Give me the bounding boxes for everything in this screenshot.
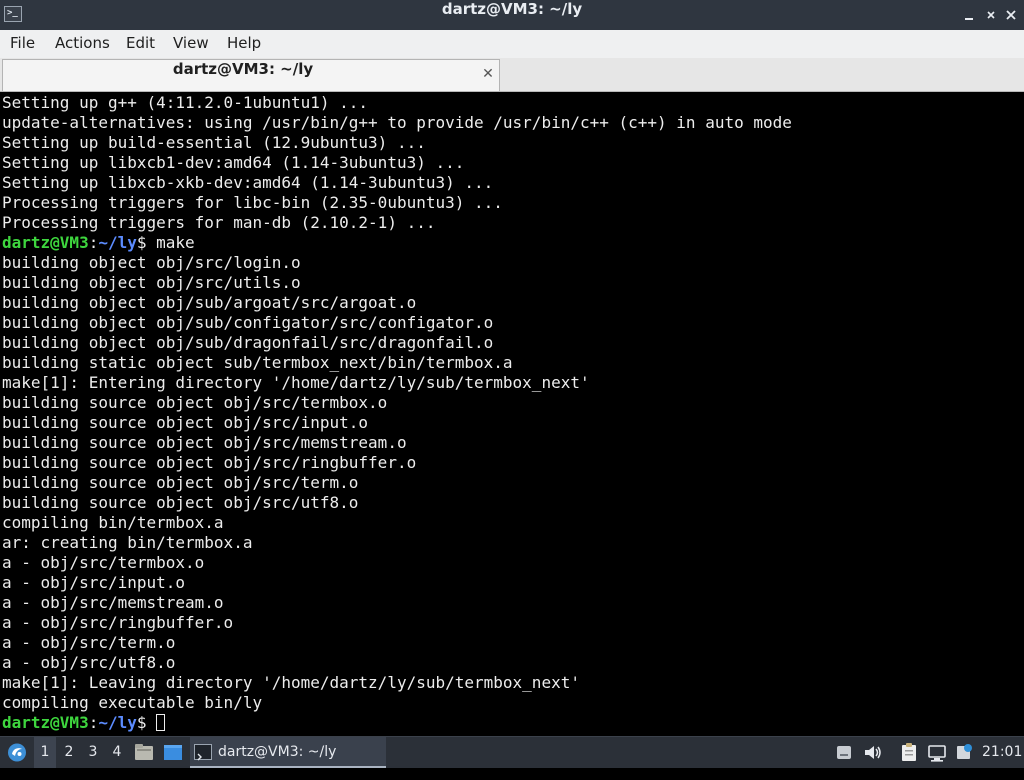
terminal-line: a - obj/src/memstream.o [2, 593, 224, 612]
terminal-line: building source object obj/src/input.o [2, 413, 369, 432]
tab-bar: dartz@VM3: ~/ly ✕ [0, 58, 1024, 92]
window-titlebar[interactable]: >_ dartz@VM3: ~/ly [0, 0, 1024, 30]
terminal-line: a - obj/src/utf8.o [2, 653, 176, 672]
prompt-user: dartz@VM3 [2, 713, 89, 732]
terminal-line: ar: creating bin/termbox.a [2, 533, 253, 552]
terminal-line: update-alternatives: using /usr/bin/g++ … [2, 113, 792, 132]
terminal-line: building source object obj/src/memstream… [2, 433, 407, 452]
terminal-cursor [156, 714, 166, 731]
maximize-icon[interactable] [982, 6, 1000, 24]
close-icon[interactable] [1002, 6, 1020, 24]
terminal-prompt-line: dartz@VM3:~/ly$ [2, 713, 1012, 733]
terminal-line: building static object sub/termbox_next/… [2, 353, 513, 372]
menu-actions[interactable]: Actions [55, 30, 110, 56]
terminal-line: Processing triggers for libc-bin (2.35-0… [2, 193, 503, 212]
menu-edit[interactable]: Edit [126, 30, 155, 56]
terminal-line: building object obj/sub/configator/src/c… [2, 313, 494, 332]
terminal-line: make[1]: Entering directory '/home/dartz… [2, 373, 590, 392]
tab-label: dartz@VM3: ~/ly [172, 60, 314, 78]
command-text [147, 713, 157, 732]
workspace-1[interactable]: 1 [34, 737, 56, 768]
terminal-line: make[1]: Leaving directory '/home/dartz/… [2, 673, 580, 692]
task-label: dartz@VM3: ~/ly [218, 744, 337, 760]
terminal-line: Setting up libxcb1-dev:amd64 (1.14-3ubun… [2, 153, 465, 172]
volume-icon[interactable] [862, 737, 884, 768]
terminal-line: building source object obj/src/termbox.o [2, 393, 388, 412]
prompt-symbol: $ [136, 233, 147, 252]
terminal-icon [194, 744, 212, 761]
terminal-line: building object obj/sub/argoat/src/argoa… [2, 293, 417, 312]
terminal-line: building source object obj/src/term.o [2, 473, 359, 492]
menu-help[interactable]: Help [227, 30, 261, 56]
terminal-line: building object obj/sub/dragonfail/src/d… [2, 333, 494, 352]
workspace-4[interactable]: 4 [106, 737, 128, 768]
taskbar: 1 2 3 4 dartz@VM3: ~/ly 21:01 [0, 736, 1024, 768]
prompt-path: ~/ly [98, 713, 137, 732]
clipboard-icon[interactable] [898, 737, 920, 768]
drive-icon[interactable] [834, 737, 854, 768]
terminal-output: Setting up g++ (4:11.2.0-1ubuntu1) ... up… [2, 93, 1012, 733]
prompt-separator: : [88, 233, 99, 252]
terminal-line: compiling executable bin/ly [2, 693, 263, 712]
terminal-line: Setting up build-essential (12.9ubuntu3)… [2, 133, 426, 152]
workspace-2[interactable]: 2 [58, 737, 80, 768]
terminal-line: Processing triggers for man-db (2.10.2-1… [2, 213, 436, 232]
terminal-line: building source object obj/src/utf8.o [2, 493, 359, 512]
terminal-line: building object obj/src/login.o [2, 253, 301, 272]
update-icon[interactable] [954, 737, 974, 768]
terminal-line: Setting up g++ (4:11.2.0-1ubuntu1) ... [2, 93, 369, 112]
clock[interactable]: 21:01 [982, 737, 1022, 768]
terminal-line: compiling bin/termbox.a [2, 513, 224, 532]
window-title: dartz@VM3: ~/ly [441, 0, 583, 18]
terminal-line: a - obj/src/termbox.o [2, 553, 205, 572]
file-manager-icon[interactable] [134, 737, 154, 768]
show-desktop-icon[interactable] [162, 737, 184, 768]
taskbar-task-terminal[interactable]: dartz@VM3: ~/ly [190, 737, 386, 768]
menu-view[interactable]: View [173, 30, 209, 56]
terminal-prompt-line: dartz@VM3:~/ly$ make [2, 233, 1012, 253]
menubar: File Actions Edit View Help [0, 30, 1024, 58]
terminal-view[interactable]: Setting up g++ (4:11.2.0-1ubuntu1) ... up… [0, 92, 1024, 736]
minimize-icon[interactable] [960, 6, 978, 24]
menu-file[interactable]: File [10, 30, 35, 56]
network-icon[interactable] [926, 737, 948, 768]
command-text: make [146, 233, 195, 252]
tab-terminal[interactable]: dartz@VM3: ~/ly ✕ [2, 59, 500, 91]
terminal-line: building source object obj/src/ringbuffe… [2, 453, 417, 472]
lxqt-start-icon[interactable] [4, 737, 30, 768]
terminal-line: a - obj/src/ringbuffer.o [2, 613, 234, 632]
terminal-scrollbar[interactable] [1016, 92, 1024, 736]
prompt-user: dartz@VM3 [2, 233, 89, 252]
terminal-line: a - obj/src/input.o [2, 573, 186, 592]
terminal-line: building object obj/src/utils.o [2, 273, 301, 292]
terminal-line: Setting up libxcb-xkb-dev:amd64 (1.14-3u… [2, 173, 494, 192]
prompt-separator: : [88, 713, 99, 732]
terminal-line: a - obj/src/term.o [2, 633, 176, 652]
prompt-symbol: $ [136, 713, 147, 732]
workspace-3[interactable]: 3 [82, 737, 104, 768]
tab-close-icon[interactable]: ✕ [481, 65, 495, 83]
prompt-path: ~/ly [98, 233, 137, 252]
